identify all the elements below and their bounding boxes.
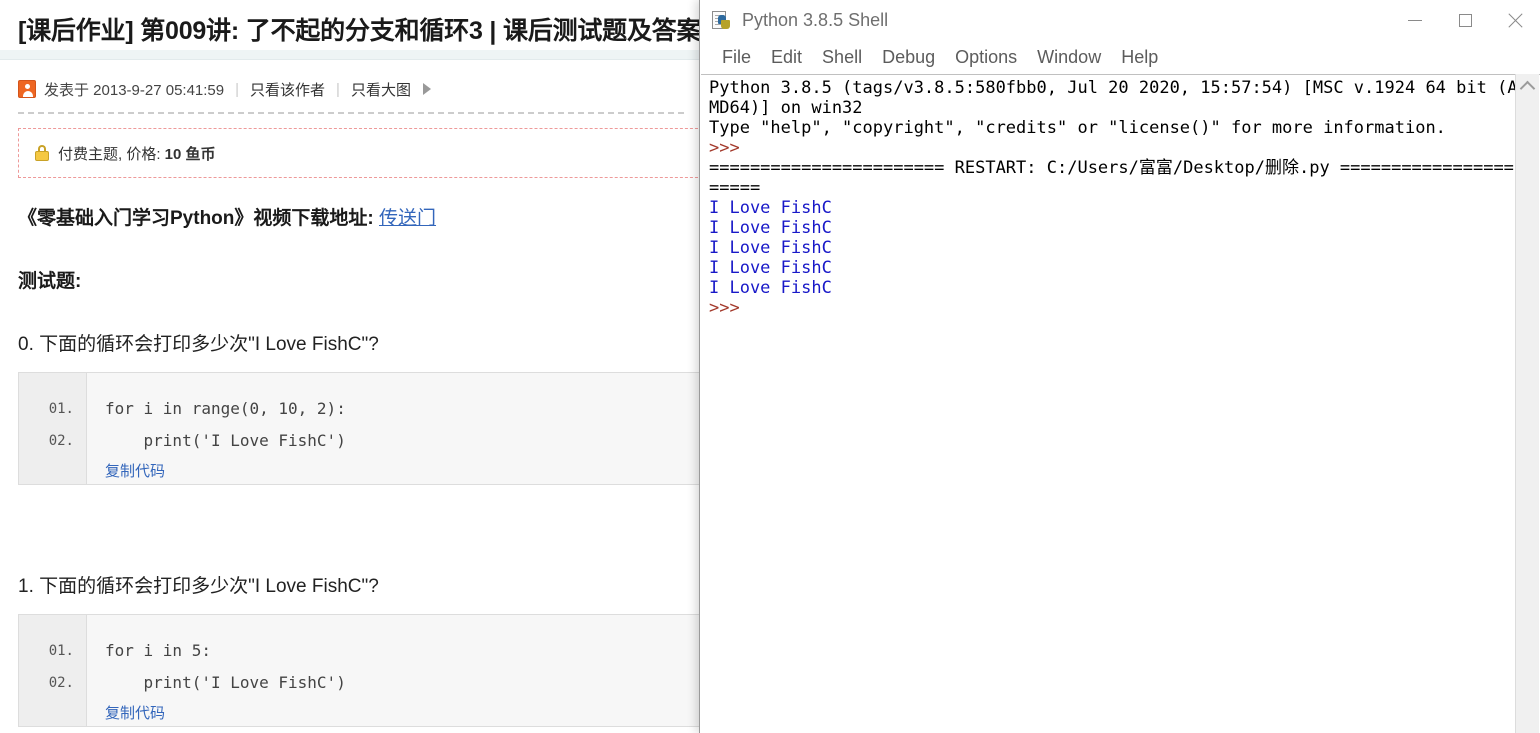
code-gutter-0: 01. 02. — [19, 373, 87, 484]
copy-code-button-0[interactable]: 复制代码 — [105, 457, 700, 487]
paid-topic-prefix: 付费主题, 价格: — [58, 145, 165, 163]
shell-line: I Love FishC — [709, 238, 832, 258]
shell-line: Python 3.8.5 (tags/v3.8.5:580fbb0, Jul 2… — [709, 78, 1518, 118]
menu-debug[interactable]: Debug — [872, 45, 945, 70]
page-title: [课后作业] 第009讲: 了不起的分支和循环3 | 课后测试题及答案 — [18, 17, 700, 45]
post-meta-bar: 发表于 2013-9-27 05:41:59 | 只看该作者 | 只看大图 — [18, 76, 431, 102]
idle-menu-bar: File Edit Shell Debug Options Window Hel… — [700, 41, 1540, 74]
code-line: for i in range(0, 10, 2): — [105, 399, 346, 418]
idle-title-bar[interactable]: Python 3.8.5 Shell — [700, 0, 1540, 41]
line-number: 01. — [48, 401, 74, 417]
window-controls — [1390, 0, 1540, 41]
shell-line: ======================= RESTART: C:/User… — [709, 158, 1514, 198]
meta-separator-1: | — [235, 80, 240, 98]
code-line: print('I Love FishC') — [105, 673, 346, 692]
code-body-1: for i in 5: print('I Love FishC') 复制代码 — [87, 615, 700, 726]
shell-text-area[interactable]: Python 3.8.5 (tags/v3.8.5:580fbb0, Jul 2… — [701, 74, 1540, 733]
play-triangle-icon[interactable] — [422, 83, 431, 95]
line-number: 02. — [48, 433, 74, 449]
section-heading-tests: 测试题: — [18, 271, 82, 292]
code-gutter-1: 01. 02. — [19, 615, 87, 726]
meta-separator-2: | — [336, 80, 340, 98]
close-icon — [1507, 13, 1523, 29]
paid-topic-text: 付费主题, 价格: 10 鱼币 — [58, 143, 216, 164]
shell-line: I Love FishC — [709, 198, 832, 218]
menu-options[interactable]: Options — [945, 45, 1027, 70]
code-line: print('I Love FishC') — [105, 431, 346, 450]
question-0-text: 0. 下面的循环会打印多少次"I Love FishC"? — [18, 334, 379, 355]
user-avatar-icon — [18, 80, 36, 98]
shell-line: Type "help", "copyright", "credits" or "… — [709, 118, 1446, 138]
code-block-1: 01. 02. for i in 5: print('I Love FishC'… — [18, 614, 700, 727]
video-download-link[interactable]: 传送门 — [379, 208, 436, 229]
shell-output: Python 3.8.5 (tags/v3.8.5:580fbb0, Jul 2… — [709, 78, 1521, 318]
shell-line: I Love FishC — [709, 218, 832, 238]
copy-code-button-1[interactable]: 复制代码 — [105, 699, 700, 729]
screen-root: [课后作业] 第009讲: 了不起的分支和循环3 | 课后测试题及答案 发表于 … — [0, 0, 1540, 733]
menu-edit[interactable]: Edit — [761, 45, 812, 70]
menu-shell[interactable]: Shell — [812, 45, 872, 70]
minimize-icon — [1408, 20, 1422, 21]
maximize-button[interactable] — [1440, 0, 1490, 41]
chevron-up-icon[interactable] — [1516, 74, 1539, 98]
shell-scrollbar[interactable] — [1515, 74, 1539, 733]
title-underband — [0, 50, 700, 60]
video-download-prefix: 《零基础入门学习Python》视频下载地址: — [18, 208, 379, 229]
paid-topic-notice: 付费主题, 价格: 10 鱼币 — [18, 128, 700, 178]
shell-line: >>> — [709, 298, 740, 318]
code-body-0: for i in range(0, 10, 2): print('I Love … — [87, 373, 700, 484]
paid-topic-price: 10 鱼币 — [164, 145, 216, 163]
code-block-0: 01. 02. for i in range(0, 10, 2): print(… — [18, 372, 700, 485]
post-date: 发表于 2013-9-27 05:41:59 — [44, 81, 225, 99]
shell-line: I Love FishC — [709, 278, 832, 298]
python-idle-icon — [712, 10, 732, 31]
menu-help[interactable]: Help — [1111, 45, 1168, 70]
maximize-icon — [1458, 14, 1472, 27]
shell-line: I Love FishC — [709, 258, 832, 278]
idle-window-title: Python 3.8.5 Shell — [742, 10, 889, 30]
lock-icon — [35, 145, 49, 161]
minimize-button[interactable] — [1390, 0, 1440, 41]
video-download-line: 《零基础入门学习Python》视频下载地址: 传送门 — [18, 203, 436, 230]
shell-line: >>> — [709, 138, 740, 158]
forum-page: [课后作业] 第009讲: 了不起的分支和循环3 | 课后测试题及答案 发表于 … — [0, 0, 700, 733]
menu-file[interactable]: File — [712, 45, 761, 70]
link-author-only[interactable]: 只看该作者 — [250, 79, 325, 100]
menu-window[interactable]: Window — [1027, 45, 1111, 70]
link-large-image[interactable]: 只看大图 — [351, 79, 411, 100]
line-number: 01. — [48, 643, 74, 659]
meta-divider — [18, 112, 684, 114]
line-number: 02. — [48, 675, 74, 691]
python-idle-window: Python 3.8.5 Shell File Edit Shell Debug… — [699, 0, 1540, 733]
close-button[interactable] — [1490, 0, 1540, 41]
question-1-text: 1. 下面的循环会打印多少次"I Love FishC"? — [18, 576, 379, 597]
code-line: for i in 5: — [105, 641, 211, 660]
